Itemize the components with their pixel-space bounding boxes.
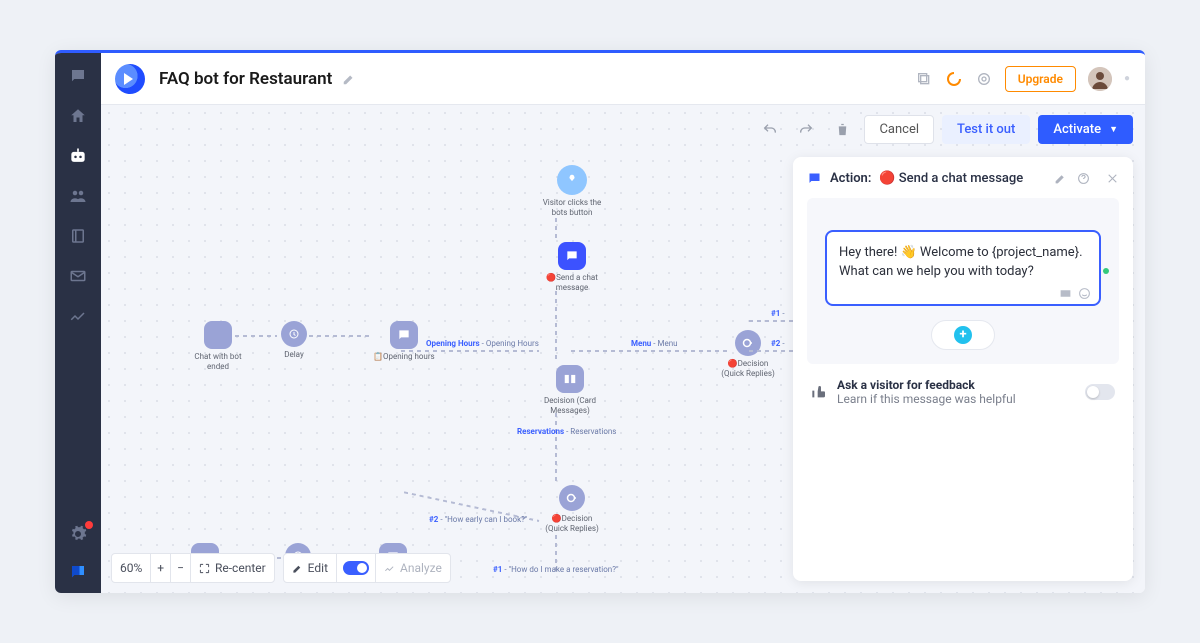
zoom-out-button[interactable]: − [171,554,191,582]
sidebar-analytics-icon[interactable] [67,305,89,327]
sidebar-help-icon[interactable] [67,561,89,583]
attachment-icon[interactable] [1059,287,1072,300]
thumbs-icon [811,384,827,400]
test-button[interactable]: Test it out [942,115,1030,144]
sidebar-chat-icon[interactable] [67,65,89,87]
node-send-message[interactable]: 🔴Send a chat message [541,242,603,292]
sidebar [55,53,101,593]
branch-r2: #2 - [771,339,785,348]
close-icon[interactable] [1106,172,1119,185]
topbar: FAQ bot for Restaurant Upgrade ● [101,53,1145,105]
more-icon[interactable]: ● [1124,73,1131,84]
loading-icon[interactable] [945,70,963,88]
cancel-button[interactable]: Cancel [864,115,934,144]
message-editor[interactable]: Hey there! 👋 Welcome to {project_name}. … [825,230,1101,306]
branch-menu: Menu - Menu [631,339,678,348]
panel-body: Hey there! 👋 Welcome to {project_name}. … [807,198,1119,364]
undo-icon[interactable] [756,116,784,144]
bottom-toolbar: 60% + − Re-center Edit Analyze [111,553,451,583]
canvas-action-bar: Cancel Test it out Activate ▼ [756,115,1133,144]
flow-canvas[interactable]: Cancel Test it out Activate ▼ Visitor cli… [101,105,1145,593]
chevron-down-icon: ▼ [1109,124,1118,135]
feedback-sub: Learn if this message was helpful [837,392,1016,406]
zoom-level[interactable]: 60% [112,554,151,582]
analyze-mode-button[interactable]: Analyze [376,554,450,582]
sidebar-bot-icon[interactable] [67,145,89,167]
message-text: Hey there! 👋 Welcome to {project_name}. … [839,245,1083,279]
page-title: FAQ bot for Restaurant [159,69,332,89]
recenter-button[interactable]: Re-center [191,554,274,582]
feedback-title: Ask a visitor for feedback [837,378,1016,392]
target-icon[interactable] [975,70,993,88]
panel-action-prefix: Action: [830,171,871,186]
activate-button[interactable]: Activate ▼ [1038,115,1133,144]
sidebar-settings-icon[interactable] [67,523,89,545]
duplicate-icon[interactable] [915,70,933,88]
edit-title-icon[interactable] [342,72,356,86]
edit-mode-button[interactable]: Edit [284,554,337,582]
notification-dot [85,521,93,529]
branch-r1: #1 - [771,309,785,318]
node-quick1[interactable]: 🔴Decision (Quick Replies) [717,330,779,378]
edge [555,413,557,483]
connector-dot[interactable] [1103,268,1109,274]
mode-toggle[interactable] [337,554,376,582]
avatar[interactable] [1088,67,1112,91]
feedback-toggle[interactable] [1085,384,1115,400]
main: FAQ bot for Restaurant Upgrade ● Cancel … [101,53,1145,593]
emoji-icon[interactable] [1078,287,1091,300]
edit-icon[interactable] [1054,172,1067,185]
action-panel: Action: 🔴 Send a chat message Hey there!… [793,157,1133,581]
upgrade-button[interactable]: Upgrade [1005,66,1076,92]
branch-x1: #1 - "How do I make a reservation?" [493,565,619,574]
activate-label: Activate [1053,122,1101,137]
branch-opening: Opening Hours - Opening Hours [426,339,539,348]
edge [571,350,731,352]
branch-x2: #2 - "How early can I book?" [429,515,527,524]
edge [309,335,369,337]
feedback-row: Ask a visitor for feedback Learn if this… [807,364,1119,406]
help-icon[interactable] [1077,172,1090,185]
node-chat-ended-1[interactable]: Chat with bot ended [187,321,249,371]
edge [555,291,557,363]
node-delay-1[interactable]: Delay [281,321,307,360]
sidebar-inbox-icon[interactable] [67,265,89,287]
zoom-in-button[interactable]: + [151,554,171,582]
sidebar-home-icon[interactable] [67,105,89,127]
panel-action-name: 🔴 Send a chat message [879,171,1023,186]
app-logo [115,64,145,94]
add-message-button[interactable]: + [931,320,995,350]
node-quick2[interactable]: 🔴Decision (Quick Replies) [541,485,603,533]
branch-reservations: Reservations - Reservations [517,427,616,436]
edge [555,218,557,240]
app-window: FAQ bot for Restaurant Upgrade ● Cancel … [55,50,1145,593]
redo-icon[interactable] [792,116,820,144]
node-start[interactable]: Visitor clicks the bots button [541,165,603,217]
sidebar-book-icon[interactable] [67,225,89,247]
sidebar-people-icon[interactable] [67,185,89,207]
chat-icon [807,171,822,186]
node-decision-card[interactable]: Decision (Card Messages) [539,365,601,415]
trash-icon[interactable] [828,116,856,144]
node-opening-hours[interactable]: 📋Opening hours [373,321,435,362]
